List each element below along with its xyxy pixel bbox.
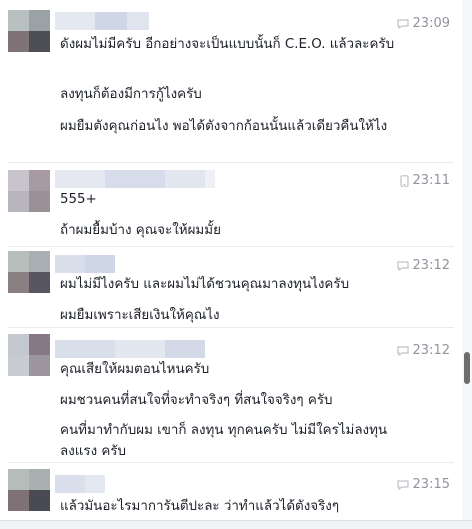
message-timestamp: 23:12	[396, 258, 450, 273]
timestamp-text: 23:15	[412, 477, 450, 492]
message-timestamp: 23:15	[396, 477, 450, 492]
timestamp-text: 23:09	[412, 16, 450, 31]
conversation-history: 23:09 ดังผมไม่มีครับ อีกอย่างจะเป็นแบบนั…	[0, 0, 462, 529]
message-group: 23:11 555+ ถ้าผมยื้มบ้าง คุณจะให้ผมมั้ย	[0, 163, 462, 246]
sender-name-blurred[interactable]	[55, 340, 205, 358]
avatar[interactable]	[8, 170, 50, 212]
scrollbar[interactable]	[462, 0, 472, 529]
message-text: ถ้าผมยื้มบ้าง คุณจะให้ผมมั้ย	[60, 223, 221, 238]
message-text: ผมยืมตังคุณก่อนไง พอได้ตังจากก้อนนั้นแล้…	[60, 119, 388, 134]
sender-name-blurred[interactable]	[55, 170, 215, 188]
message-text: คุณเสียให้ผมตอนไหนครับ	[60, 362, 210, 377]
timestamp-text: 23:11	[412, 173, 450, 188]
avatar[interactable]	[8, 251, 50, 293]
message-timestamp: 23:09	[396, 16, 450, 31]
message-text: ดังผมไม่มีครับ อีกอย่างจะเป็นแบบนั้นก็ C…	[60, 37, 395, 52]
comment-icon	[396, 345, 409, 356]
avatar[interactable]	[8, 10, 50, 52]
comment-icon	[396, 18, 409, 29]
message-text: ผมไม่มีไงครับ และผมไม่ได้ชวนคุณมาลงทุนไง…	[60, 277, 350, 292]
message-group: 23:15 แล้วมันอะไรมาการันตีปะละ ว่าทำแล้ว…	[0, 463, 462, 523]
comment-icon	[396, 260, 409, 271]
message-group: 23:12 ผมไม่มีไงครับ และผมไม่ได้ชวนคุณมาล…	[0, 247, 462, 327]
scrollbar-thumb[interactable]	[464, 352, 470, 384]
sender-name-blurred[interactable]	[55, 475, 105, 493]
comment-icon	[396, 479, 409, 490]
message-text: แล้วมันอะไรมาการันตีปะละ ว่าทำแล้วได้ตัง…	[60, 499, 340, 514]
message-timestamp: 23:12	[396, 343, 450, 358]
message-text: 555+	[60, 192, 97, 207]
sender-name-blurred[interactable]	[55, 255, 115, 273]
sender-name-blurred[interactable]	[55, 12, 149, 30]
timestamp-text: 23:12	[412, 343, 450, 358]
message-text: ผมยืมเพราะเสียเงินให้คุณไง	[60, 308, 220, 323]
message-timestamp: 23:11	[399, 173, 450, 188]
mobile-phone-icon	[399, 174, 409, 187]
avatar[interactable]	[8, 334, 50, 376]
message-text: ลงทุนก็ต้องมีการกู้ไงครับ	[60, 87, 202, 102]
timestamp-text: 23:12	[412, 258, 450, 273]
message-text: คนที่มาทำกับผม เขาก็ ลงทุน ทุกคนครับ ไม่…	[60, 423, 388, 459]
message-text: ผมชวนคนที่สนใจที่จะทำจริงๆ ที่สนใจจริงๆ …	[60, 393, 333, 408]
message-group: 23:09 ดังผมไม่มีครับ อีกอย่างจะเป็นแบบนั…	[0, 0, 462, 162]
avatar[interactable]	[8, 469, 50, 511]
message-group: 23:12 คุณเสียให้ผมตอนไหนครับ ผมชวนคนที่ส…	[0, 328, 462, 462]
composer-edge	[0, 520, 472, 529]
